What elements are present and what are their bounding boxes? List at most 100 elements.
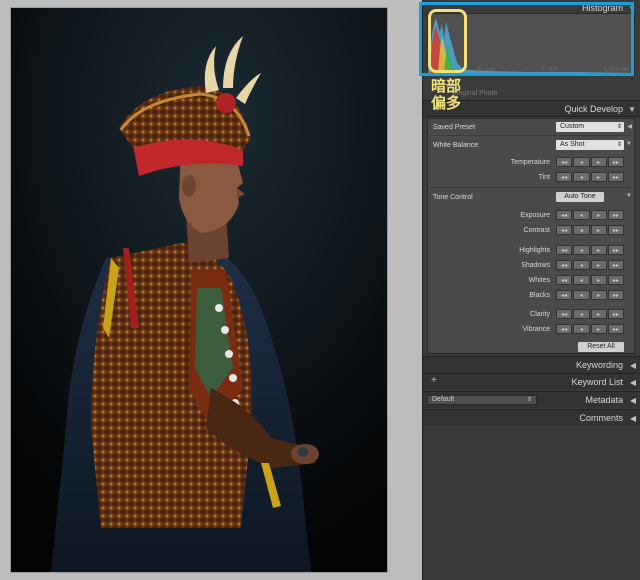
aperture-readout: f / 8.0 [542, 67, 558, 73]
step-up-button[interactable]: ▸ [590, 260, 607, 270]
histogram-chart: 82 mm f / 8.0 1/200 sec [427, 13, 635, 76]
tone-control-label: Tone Control [433, 194, 473, 201]
step-up-button[interactable]: ▸ [590, 324, 607, 334]
annotation-line-2: 偏多 [431, 95, 462, 112]
tint-label: Tint [538, 174, 550, 181]
step-down-button[interactable]: ◂ [573, 290, 590, 300]
keywording-title: Keywording [575, 360, 623, 370]
step-down-button[interactable]: ◂ [573, 309, 590, 319]
white-balance-row: White Balance As Shot ⇕ ▼ [428, 140, 634, 152]
step-large-up-button[interactable]: ▸▸ [607, 245, 624, 255]
step-large-up-button[interactable]: ▸▸ [607, 172, 624, 182]
tint-stepper[interactable]: ◂◂ ◂ ▸ ▸▸ [556, 172, 624, 182]
disclosure-triangle-icon[interactable]: ▼ [626, 141, 632, 147]
quick-develop-title: Quick Develop [564, 104, 623, 114]
step-large-down-button[interactable]: ◂◂ [556, 245, 573, 255]
saved-preset-row: Saved Preset Custom ⇕ ◀ [428, 122, 634, 134]
step-up-button[interactable]: ▸ [590, 172, 607, 182]
shadows-row: Shadows ◂◂ ◂ ▸ ▸▸ [428, 260, 634, 272]
step-large-down-button[interactable]: ◂◂ [556, 260, 573, 270]
disclosure-triangle-icon[interactable]: ◀ [627, 123, 632, 130]
step-down-button[interactable]: ◂ [573, 275, 590, 285]
exposure-label: Exposure [520, 212, 550, 219]
clarity-stepper[interactable]: ◂◂ ◂ ▸ ▸▸ [556, 309, 624, 319]
white-balance-label: White Balance [433, 142, 479, 149]
step-large-down-button[interactable]: ◂◂ [556, 324, 573, 334]
temperature-stepper[interactable]: ◂◂ ◂ ▸ ▸▸ [556, 157, 624, 167]
highlights-label: Highlights [519, 247, 550, 254]
vibrance-row: Vibrance ◂◂ ◂ ▸ ▸▸ [428, 324, 634, 336]
highlights-row: Highlights ◂◂ ◂ ▸ ▸▸ [428, 245, 634, 257]
step-large-down-button[interactable]: ◂◂ [556, 275, 573, 285]
keywording-header[interactable]: Keywording ◀ [423, 356, 640, 373]
step-up-button[interactable]: ▸ [590, 290, 607, 300]
step-large-down-button[interactable]: ◂◂ [556, 157, 573, 167]
contrast-stepper[interactable]: ◂◂ ◂ ▸ ▸▸ [556, 225, 624, 235]
keyword-list-title: Keyword List [571, 377, 623, 387]
step-large-up-button[interactable]: ▸▸ [607, 309, 624, 319]
divider [431, 187, 631, 188]
step-large-up-button[interactable]: ▸▸ [607, 225, 624, 235]
temperature-row: Temperature ◂◂ ◂ ▸ ▸▸ [428, 157, 634, 169]
comments-title: Comments [579, 413, 623, 423]
whites-label: Whites [528, 277, 550, 284]
step-large-up-button[interactable]: ▸▸ [607, 290, 624, 300]
white-balance-value: As Shot [560, 141, 585, 148]
step-down-button[interactable]: ◂ [573, 210, 590, 220]
divider [431, 135, 631, 136]
keyword-list-header[interactable]: Keyword List ◀ [423, 373, 640, 390]
blacks-stepper[interactable]: ◂◂ ◂ ▸ ▸▸ [556, 290, 624, 300]
step-large-down-button[interactable]: ◂◂ [556, 225, 573, 235]
add-keyword-icon[interactable]: + [431, 375, 437, 386]
step-up-button[interactable]: ▸ [590, 309, 607, 319]
collapse-triangle-icon[interactable]: ▼ [628, 101, 636, 118]
step-large-up-button[interactable]: ▸▸ [607, 210, 624, 220]
reset-all-button[interactable]: Reset All [578, 342, 624, 352]
highlights-stepper[interactable]: ◂◂ ◂ ▸ ▸▸ [556, 245, 624, 255]
whites-stepper[interactable]: ◂◂ ◂ ▸ ▸▸ [556, 275, 624, 285]
white-balance-dropdown[interactable]: As Shot ⇕ [556, 140, 624, 150]
expand-triangle-icon[interactable]: ◀ [630, 357, 636, 374]
step-large-down-button[interactable]: ◂◂ [556, 309, 573, 319]
step-large-up-button[interactable]: ▸▸ [607, 324, 624, 334]
step-up-button[interactable]: ▸ [590, 225, 607, 235]
step-up-button[interactable]: ▸ [590, 245, 607, 255]
exposure-stepper[interactable]: ◂◂ ◂ ▸ ▸▸ [556, 210, 624, 220]
saved-preset-value: Custom [560, 123, 585, 130]
comments-header[interactable]: Comments ◀ [423, 409, 640, 426]
expand-triangle-icon[interactable]: ◀ [630, 392, 636, 409]
step-large-down-button[interactable]: ◂◂ [556, 290, 573, 300]
step-large-down-button[interactable]: ◂◂ [556, 210, 573, 220]
expand-triangle-icon[interactable]: ◀ [630, 374, 636, 391]
step-up-button[interactable]: ▸ [590, 210, 607, 220]
step-large-up-button[interactable]: ▸▸ [607, 260, 624, 270]
shadows-stepper[interactable]: ◂◂ ◂ ▸ ▸▸ [556, 260, 624, 270]
step-down-button[interactable]: ◂ [573, 260, 590, 270]
shutter-readout: 1/200 sec [603, 67, 630, 73]
histogram-graph [428, 18, 634, 76]
step-up-button[interactable]: ▸ [590, 275, 607, 285]
vibrance-stepper[interactable]: ◂◂ ◂ ▸ ▸▸ [556, 324, 624, 334]
step-down-button[interactable]: ◂ [573, 157, 590, 167]
auto-tone-button[interactable]: Auto Tone [556, 192, 604, 202]
step-down-button[interactable]: ◂ [573, 172, 590, 182]
disclosure-triangle-icon[interactable]: ▼ [626, 193, 632, 199]
dropdown-arrow-icon: ⇕ [616, 124, 622, 130]
metadata-preset-select[interactable]: Default ⇕ [427, 395, 537, 405]
metadata-preset-value: Default [432, 396, 455, 403]
saved-preset-dropdown[interactable]: Custom ⇕ [556, 122, 624, 132]
exposure-row: Exposure ◂◂ ◂ ▸ ▸▸ [428, 210, 634, 222]
shadows-label: Shadows [521, 262, 550, 269]
step-large-up-button[interactable]: ▸▸ [607, 157, 624, 167]
step-large-down-button[interactable]: ◂◂ [556, 172, 573, 182]
step-down-button[interactable]: ◂ [573, 225, 590, 235]
blacks-label: Blacks [529, 292, 550, 299]
dropdown-arrow-icon: ⇕ [616, 142, 622, 148]
step-up-button[interactable]: ▸ [590, 157, 607, 167]
expand-triangle-icon[interactable]: ◀ [630, 410, 636, 427]
histogram-title: Histogram [581, 3, 623, 13]
step-down-button[interactable]: ◂ [573, 245, 590, 255]
step-down-button[interactable]: ◂ [573, 324, 590, 334]
tint-row: Tint ◂◂ ◂ ▸ ▸▸ [428, 172, 634, 184]
step-large-up-button[interactable]: ▸▸ [607, 275, 624, 285]
